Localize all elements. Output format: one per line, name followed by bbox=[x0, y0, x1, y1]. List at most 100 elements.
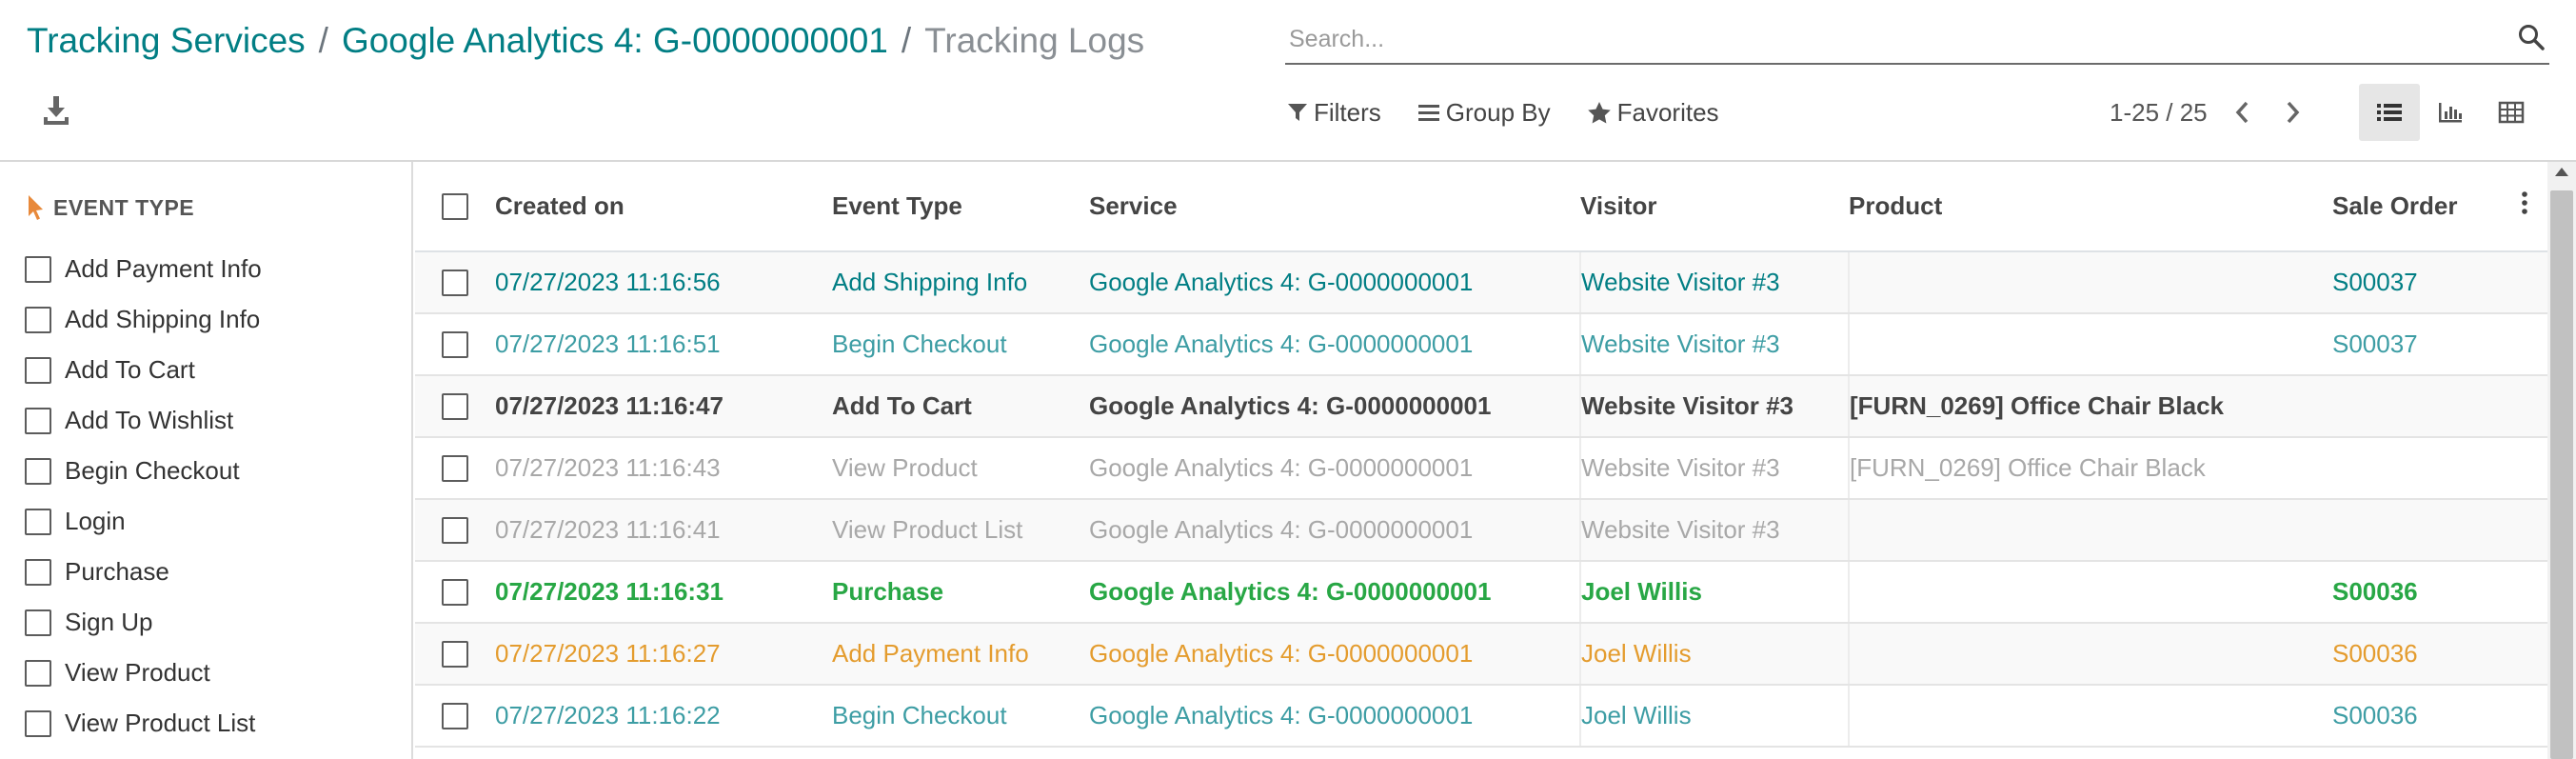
event-type-filter-item[interactable]: Add To Cart bbox=[25, 345, 262, 395]
column-header-service[interactable]: Service bbox=[1089, 162, 1580, 252]
cell-visitor[interactable]: Website Visitor #3 bbox=[1580, 313, 1850, 376]
table-row[interactable]: 07/27/2023 11:16:22 Begin Checkout Google … bbox=[415, 685, 2547, 748]
cell-service[interactable]: Google Analytics 4: G-0000000001 bbox=[1089, 685, 1581, 748]
search-icon[interactable] bbox=[2517, 23, 2546, 51]
table-row[interactable]: 07/27/2023 11:16:56 Add Shipping Info Goog… bbox=[415, 251, 2547, 314]
event-type-filter-item[interactable]: Add To Wishlist bbox=[25, 395, 262, 446]
cell-event-type[interactable]: Purchase bbox=[832, 561, 1089, 624]
row-checkbox[interactable] bbox=[442, 640, 468, 668]
event-type-filter-item[interactable]: Begin Checkout bbox=[25, 446, 262, 496]
cell-event-type[interactable]: Begin Checkout bbox=[832, 313, 1089, 376]
export-button[interactable] bbox=[40, 93, 72, 128]
cell-sale-order[interactable]: S00036 bbox=[2332, 561, 2502, 624]
row-checkbox[interactable] bbox=[442, 702, 468, 729]
row-checkbox[interactable] bbox=[442, 330, 468, 358]
pager-value[interactable]: 1-25 / 25 bbox=[2110, 98, 2208, 128]
list-view-button[interactable] bbox=[2359, 84, 2420, 141]
event-type-filter-item[interactable]: Add Payment Info bbox=[25, 244, 262, 294]
cell-created-on[interactable]: 07/27/2023 11:16:51 bbox=[495, 313, 832, 376]
cell-created-on[interactable]: 07/27/2023 11:16:47 bbox=[495, 375, 832, 438]
cell-created-on[interactable]: 07/27/2023 11:16:27 bbox=[495, 623, 832, 686]
cell-product[interactable] bbox=[1849, 623, 2332, 686]
pager-next-button[interactable] bbox=[2276, 93, 2310, 131]
cell-service[interactable]: Google Analytics 4: G-0000000001 bbox=[1089, 561, 1581, 624]
table-row[interactable]: 07/27/2023 11:16:43 View Product Google An… bbox=[415, 437, 2547, 500]
cell-visitor[interactable]: Website Visitor #3 bbox=[1580, 499, 1850, 562]
cell-sale-order[interactable]: S00037 bbox=[2332, 251, 2502, 314]
event-type-filter-item[interactable]: Login bbox=[25, 496, 262, 547]
event-type-filter-item[interactable]: Add Shipping Info bbox=[25, 294, 262, 345]
select-all-checkbox[interactable] bbox=[442, 192, 468, 220]
cell-event-type[interactable]: View Product bbox=[832, 437, 1089, 500]
table-row[interactable]: 07/27/2023 11:16:47 Add To Cart Google Ana… bbox=[415, 375, 2547, 438]
event-type-checkbox[interactable] bbox=[25, 609, 51, 636]
cell-created-on[interactable]: 07/27/2023 11:16:22 bbox=[495, 685, 832, 748]
search-input[interactable] bbox=[1289, 21, 2469, 57]
group-by-button[interactable]: Group By bbox=[1417, 98, 1551, 128]
event-type-checkbox[interactable] bbox=[25, 255, 51, 283]
row-checkbox[interactable] bbox=[442, 392, 468, 420]
cell-product[interactable] bbox=[1849, 313, 2332, 376]
filters-button[interactable]: Filters bbox=[1287, 98, 1381, 128]
column-header-sale-order[interactable]: Sale Order bbox=[2332, 162, 2502, 252]
cell-sale-order[interactable] bbox=[2332, 499, 2502, 562]
event-type-checkbox[interactable] bbox=[25, 558, 51, 586]
cell-product[interactable]: [FURN_0269] Office Chair Black bbox=[1849, 437, 2332, 500]
pivot-view-button[interactable] bbox=[2481, 84, 2542, 141]
table-row[interactable]: 07/27/2023 11:16:51 Begin Checkout Google … bbox=[415, 313, 2547, 376]
cell-visitor[interactable]: Joel Willis bbox=[1580, 561, 1850, 624]
breadcrumb-tracking-services[interactable]: Tracking Services bbox=[27, 21, 306, 61]
cell-event-type[interactable]: Begin Checkout bbox=[832, 685, 1089, 748]
event-type-checkbox[interactable] bbox=[25, 508, 51, 535]
event-type-filter-item[interactable]: Purchase bbox=[25, 547, 262, 597]
cell-service[interactable]: Google Analytics 4: G-0000000001 bbox=[1089, 313, 1581, 376]
cell-visitor[interactable]: Website Visitor #3 bbox=[1580, 251, 1850, 314]
cell-service[interactable]: Google Analytics 4: G-0000000001 bbox=[1089, 499, 1581, 562]
cell-service[interactable]: Google Analytics 4: G-0000000001 bbox=[1089, 623, 1581, 686]
cell-visitor[interactable]: Joel Willis bbox=[1580, 685, 1850, 748]
graph-view-button[interactable] bbox=[2420, 84, 2481, 141]
cell-created-on[interactable]: 07/27/2023 11:16:56 bbox=[495, 251, 832, 314]
column-header-event-type[interactable]: Event Type bbox=[832, 162, 1089, 252]
cell-product[interactable] bbox=[1849, 499, 2332, 562]
scrollbar-thumb[interactable] bbox=[2550, 190, 2573, 759]
cell-visitor[interactable]: Website Visitor #3 bbox=[1580, 375, 1850, 438]
cell-sale-order[interactable]: S00036 bbox=[2332, 623, 2502, 686]
cell-event-type[interactable]: Add Shipping Info bbox=[832, 251, 1089, 314]
cell-sale-order[interactable]: S00037 bbox=[2332, 313, 2502, 376]
cell-product[interactable] bbox=[1849, 561, 2332, 624]
row-checkbox[interactable] bbox=[442, 516, 468, 544]
pager-previous-button[interactable] bbox=[2225, 93, 2259, 131]
cell-sale-order[interactable] bbox=[2332, 437, 2502, 500]
vertical-scrollbar[interactable] bbox=[2547, 162, 2576, 759]
event-type-checkbox[interactable] bbox=[25, 407, 51, 434]
event-type-filter-item[interactable]: Sign Up bbox=[25, 597, 262, 648]
row-checkbox[interactable] bbox=[442, 269, 468, 296]
cell-created-on[interactable]: 07/27/2023 11:16:31 bbox=[495, 561, 832, 624]
cell-visitor[interactable]: Joel Willis bbox=[1580, 623, 1850, 686]
column-header-visitor[interactable]: Visitor bbox=[1580, 162, 1849, 252]
scroll-up-arrow-icon[interactable] bbox=[2555, 168, 2568, 176]
event-type-checkbox[interactable] bbox=[25, 356, 51, 384]
column-header-created-on[interactable]: Created on bbox=[495, 162, 832, 252]
row-checkbox[interactable] bbox=[442, 454, 468, 482]
cell-event-type[interactable]: Add To Cart bbox=[832, 375, 1089, 438]
cell-product[interactable] bbox=[1849, 251, 2332, 314]
cell-sale-order[interactable] bbox=[2332, 375, 2502, 438]
event-type-checkbox[interactable] bbox=[25, 306, 51, 333]
table-row[interactable]: 07/27/2023 11:16:41 View Product List Goog… bbox=[415, 499, 2547, 562]
optional-columns-toggle[interactable] bbox=[2502, 162, 2547, 252]
table-row[interactable]: 07/27/2023 11:16:31 Purchase Google Analyt… bbox=[415, 561, 2547, 624]
cell-created-on[interactable]: 07/27/2023 11:16:43 bbox=[495, 437, 832, 500]
event-type-checkbox[interactable] bbox=[25, 709, 51, 737]
table-row[interactable]: 07/27/2023 11:16:27 Add Payment Info Googl… bbox=[415, 623, 2547, 686]
event-type-filter-item[interactable]: View Product bbox=[25, 648, 262, 698]
cell-created-on[interactable]: 07/27/2023 11:16:41 bbox=[495, 499, 832, 562]
cell-sale-order[interactable]: S00036 bbox=[2332, 685, 2502, 748]
cell-visitor[interactable]: Website Visitor #3 bbox=[1580, 437, 1850, 500]
cell-service[interactable]: Google Analytics 4: G-0000000001 bbox=[1089, 437, 1581, 500]
cell-event-type[interactable]: Add Payment Info bbox=[832, 623, 1089, 686]
cell-event-type[interactable]: View Product List bbox=[832, 499, 1089, 562]
cell-product[interactable] bbox=[1849, 685, 2332, 748]
breadcrumb-service[interactable]: Google Analytics 4: G-0000000001 bbox=[342, 21, 888, 61]
